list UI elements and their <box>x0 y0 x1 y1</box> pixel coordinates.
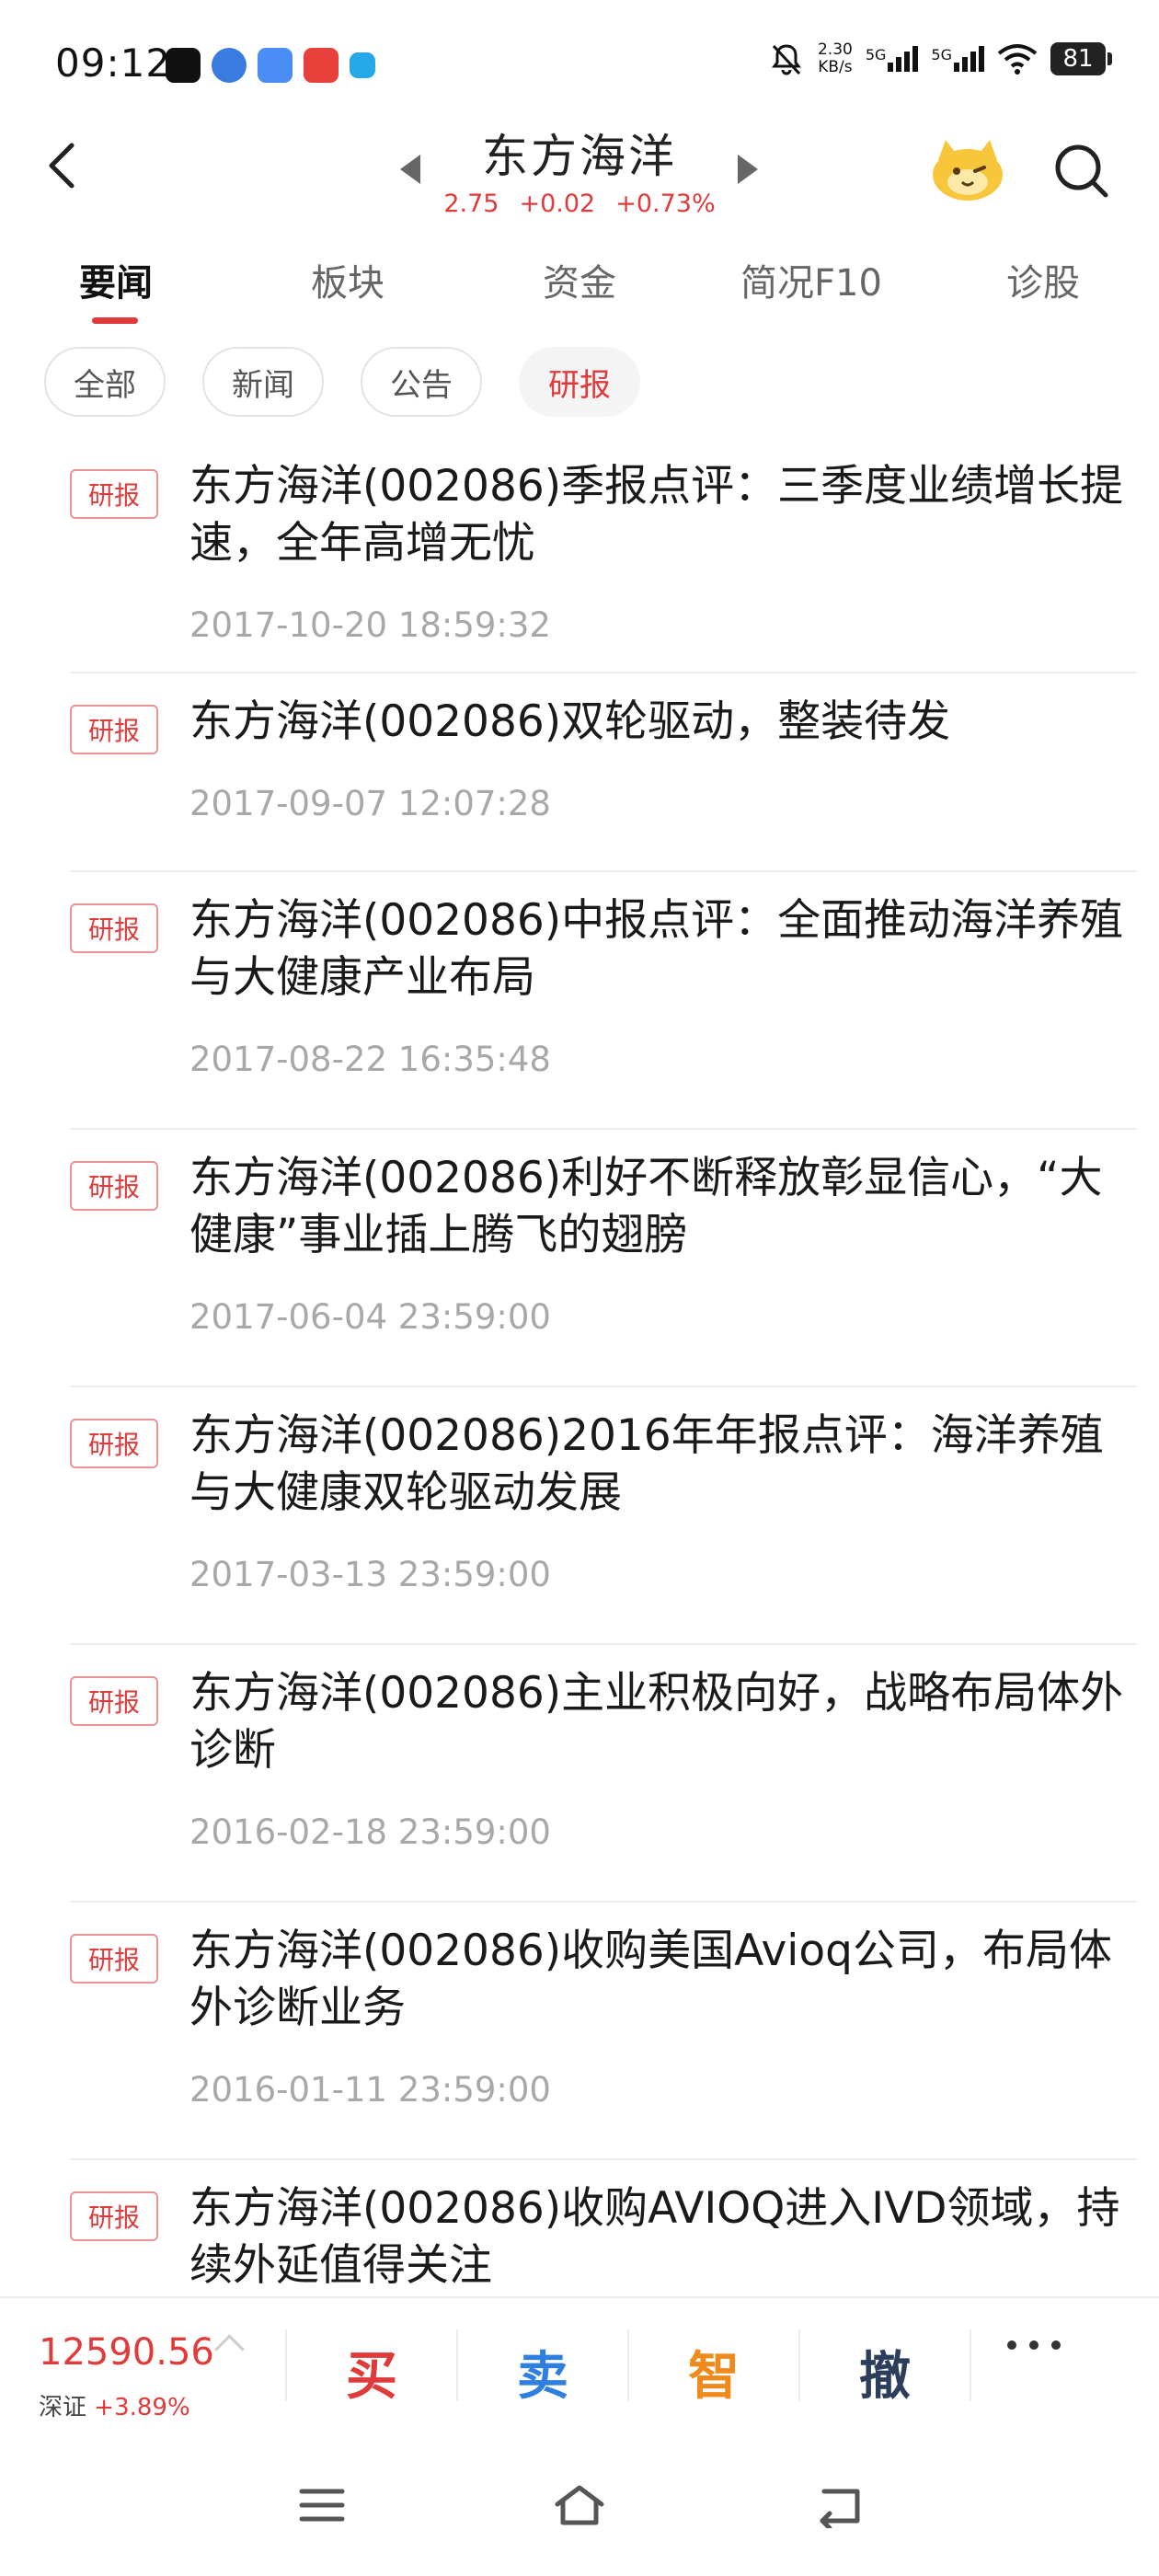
report-time: 2017-10-20 18:59:32 <box>189 605 551 645</box>
report-title: 东方海洋(002086)收购AVIOQ进入IVD领域，持续外延值得关注 <box>189 2183 1120 2291</box>
filter-news[interactable]: 新闻 <box>202 347 324 417</box>
research-report-tag: 研报 <box>70 1161 158 1211</box>
report-title: 东方海洋(002086)双轮驱动，整装待发 <box>189 696 951 747</box>
filter-research-reports[interactable]: 研报 <box>519 347 640 417</box>
index-name: 深证 <box>39 2394 87 2421</box>
wifi-icon <box>997 44 1038 75</box>
cancel-order-button[interactable]: 撤 <box>859 2335 911 2409</box>
shopping-app-icon <box>304 48 339 83</box>
report-title: 东方海洋(002086)季报点评：三季度业绩增长提速，全年高增无忧 <box>189 461 1124 569</box>
list-item[interactable]: 研报 东方海洋(002086)利好不断释放彰显信心，“大健康”事业插上腾飞的翅膀… <box>70 1130 1137 1387</box>
tiktok-icon <box>166 48 201 83</box>
divider <box>798 2329 800 2401</box>
divider <box>627 2329 629 2401</box>
research-report-tag: 研报 <box>70 903 158 953</box>
mute-bell-icon <box>771 44 801 75</box>
report-title: 东方海洋(002086)中报点评：全面推动海洋养殖与大健康产业布局 <box>189 895 1124 1003</box>
divider <box>285 2329 287 2401</box>
filter-all[interactable]: 全部 <box>44 347 166 417</box>
stock-quote: 2.75 +0.02 +0.73% <box>396 190 763 218</box>
research-report-tag: 研报 <box>70 2191 158 2241</box>
index-expand-chevron-icon[interactable] <box>214 2334 245 2364</box>
main-tabs: 要闻 板块 资金 简况F10 诊股 <box>0 253 1159 327</box>
report-title: 东方海洋(002086)2016年年报点评：海洋养殖与大健康双轮驱动发展 <box>189 1410 1104 1518</box>
stock-price: 2.75 <box>443 190 499 218</box>
list-item[interactable]: 研报 东方海洋(002086)收购美国Avioq公司，布局体外诊断业务 2016… <box>70 1903 1137 2160</box>
search-icon[interactable] <box>1050 140 1113 202</box>
battery-indicator: 81 <box>1050 42 1112 75</box>
menu-icon[interactable] <box>294 2482 350 2528</box>
more-icon[interactable] <box>1007 2340 1061 2350</box>
report-title: 东方海洋(002086)利好不断释放彰显信心，“大健康”事业插上腾飞的翅膀 <box>189 1153 1103 1260</box>
buy-button[interactable]: 买 <box>346 2335 397 2409</box>
small-app-icon <box>350 52 375 78</box>
report-title: 东方海洋(002086)主业积极向好，战略布局体外诊断 <box>189 1668 1124 1776</box>
filter-chips: 全部 新闻 公告 研报 <box>44 347 640 417</box>
tab-stock-diagnosis[interactable]: 诊股 <box>1006 253 1080 306</box>
tab-capital-flow[interactable]: 资金 <box>543 253 616 306</box>
research-report-tag: 研报 <box>70 1676 158 1726</box>
network-speed-unit: KB/s <box>818 58 853 76</box>
divider <box>456 2329 458 2401</box>
stock-title: 东方海洋 2.75 +0.02 +0.73% <box>396 120 763 218</box>
trade-bar: 12590.56 深证 +3.89% 买 卖 智 撤 <box>0 2296 1159 2427</box>
smart-button[interactable]: 智 <box>688 2335 740 2409</box>
divider <box>970 2329 971 2401</box>
next-stock-arrow-icon[interactable] <box>738 155 758 184</box>
back-arrow-icon[interactable] <box>37 138 92 193</box>
sim2-label: 5G <box>931 46 952 63</box>
research-report-list: 研报 东方海洋(002086)季报点评：三季度业绩增长提速，全年高增无忧 201… <box>0 440 1159 2296</box>
list-item[interactable]: 研报 东方海洋(002086)中报点评：全面推动海洋养殖与大健康产业布局 201… <box>70 872 1137 1130</box>
list-item[interactable]: 研报 东方海洋(002086)双轮驱动，整装待发 2017-09-07 12:0… <box>70 673 1137 872</box>
stock-change-pct: +0.73% <box>615 190 716 218</box>
report-time: 2017-06-04 23:59:00 <box>189 1297 551 1337</box>
research-report-tag: 研报 <box>70 469 158 519</box>
report-time: 2017-03-13 23:59:00 <box>189 1555 551 1594</box>
stock-name: 东方海洋 <box>482 130 677 183</box>
home-icon[interactable] <box>552 2482 607 2528</box>
tab-profile-f10[interactable]: 简况F10 <box>740 253 882 306</box>
report-time: 2016-02-18 23:59:00 <box>189 1812 551 1852</box>
network-speed-value: 2.30 <box>817 40 853 59</box>
stock-header: 东方海洋 2.75 +0.02 +0.73% <box>0 110 1159 230</box>
cloud-app-icon <box>258 48 293 83</box>
back-icon[interactable] <box>811 2482 866 2528</box>
network-speed: 2.30 KB/s <box>818 41 853 76</box>
list-item[interactable]: 研报 东方海洋(002086)2016年年报点评：海洋养殖与大健康双轮驱动发展 … <box>70 1387 1137 1645</box>
signal-bars-icon <box>888 46 919 72</box>
baidu-icon <box>212 48 247 83</box>
notification-icons <box>166 48 375 83</box>
sim1-label: 5G <box>865 46 887 63</box>
filter-announcements[interactable]: 公告 <box>361 347 482 417</box>
index-change: +3.89% <box>94 2394 190 2421</box>
active-tab-indicator <box>92 317 138 324</box>
index-info: 深证 +3.89% <box>39 2388 190 2422</box>
list-item[interactable]: 研报 东方海洋(002086)季报点评：三季度业绩增长提速，全年高增无忧 201… <box>70 440 1137 673</box>
stock-change: +0.02 <box>519 190 596 218</box>
sim1-signal: 5G <box>866 46 919 72</box>
report-title: 东方海洋(002086)收购美国Avioq公司，布局体外诊断业务 <box>189 1926 1112 2033</box>
research-report-tag: 研报 <box>70 1419 158 1468</box>
list-item[interactable]: 研报 东方海洋(002086)收购AVIOQ进入IVD领域，持续外延值得关注 <box>70 2160 1137 2296</box>
report-time: 2017-09-07 12:07:28 <box>189 784 551 823</box>
list-item[interactable]: 研报 东方海洋(002086)主业积极向好，战略布局体外诊断 2016-02-1… <box>70 1645 1137 1903</box>
research-report-tag: 研报 <box>70 705 158 754</box>
system-nav-bar <box>0 2425 1159 2576</box>
report-time: 2016-01-11 23:59:00 <box>189 2070 551 2110</box>
mascot-assistant-icon[interactable] <box>929 136 1006 202</box>
sim2-signal: 5G <box>931 46 984 72</box>
tab-news-highlights[interactable]: 要闻 <box>79 253 153 306</box>
sell-button[interactable]: 卖 <box>517 2335 568 2409</box>
tab-sectors[interactable]: 板块 <box>311 253 384 306</box>
index-value[interactable]: 12590.56 <box>39 2331 214 2374</box>
research-report-tag: 研报 <box>70 1934 158 1984</box>
status-right: 2.30 KB/s 5G 5G 81 <box>768 40 1112 77</box>
clock: 09:12 <box>55 40 172 86</box>
signal-bars-icon <box>954 46 984 72</box>
report-time: 2017-08-22 16:35:48 <box>189 1040 551 1079</box>
